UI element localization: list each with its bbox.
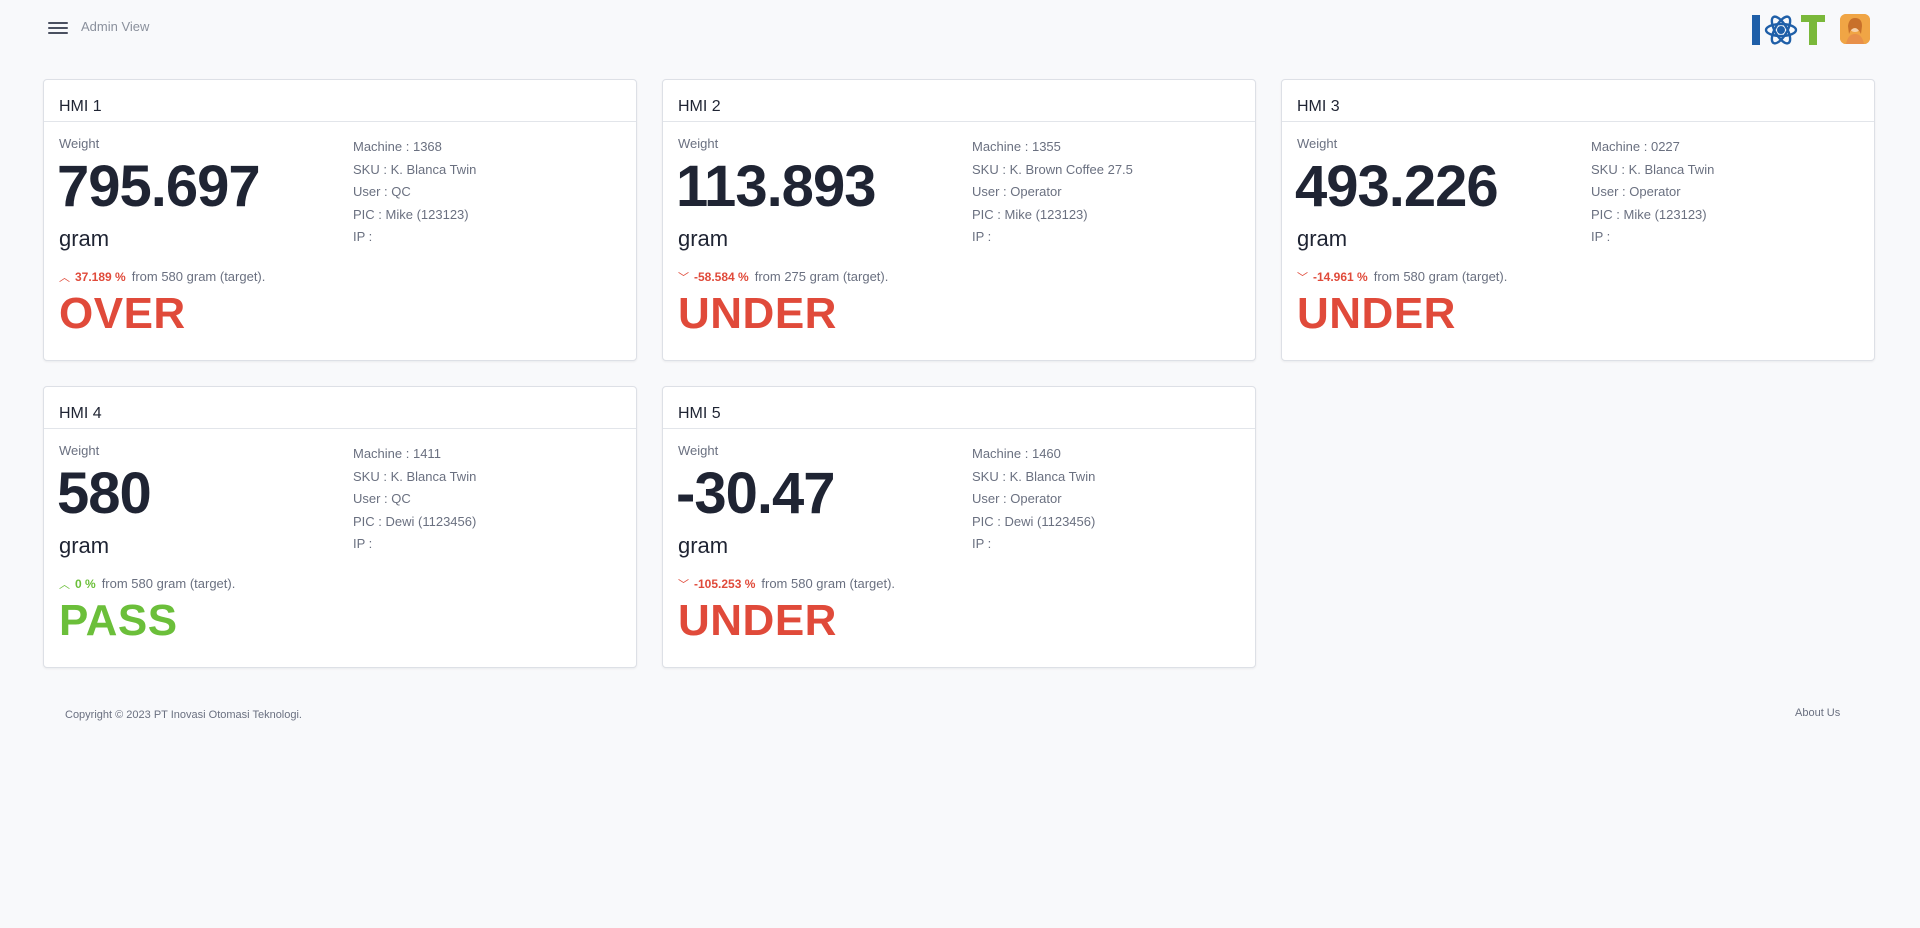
weight-unit: gram xyxy=(59,226,110,251)
view-label: Admin View xyxy=(81,19,150,34)
hmi-card: HMI 2 Weight 113.893 gram ﹀ -58.584 % from… xyxy=(662,79,1256,361)
delta-target-text: from 580 gram (target). xyxy=(1373,269,1508,284)
hmi-card: HMI 3 Weight 493.226 gram ﹀ -14.961 % from… xyxy=(1281,79,1875,361)
weight-label: Weight xyxy=(678,443,719,458)
delta-target-text: from 580 gram (target). xyxy=(101,576,236,591)
delta-percent: 37.189 % xyxy=(75,270,126,284)
user-value: User : Operator xyxy=(1591,184,1681,199)
chevron-up-icon: ︿ xyxy=(59,579,70,591)
delta-target-text: from 580 gram (target). xyxy=(761,576,896,591)
delta-percent: -58.584 % xyxy=(694,270,749,284)
hmi-card: HMI 4 Weight 580 gram ︿ 0 % from 580 gram … xyxy=(43,386,637,668)
delta-row: ︿ 0 % from 580 gram (target). xyxy=(59,576,235,592)
weight-unit: gram xyxy=(1297,226,1348,251)
delta-percent: 0 % xyxy=(75,577,96,591)
delta-row: ﹀ -58.584 % from 275 gram (target). xyxy=(678,269,888,285)
card-header: HMI 4 xyxy=(44,387,636,429)
delta-target-text: from 580 gram (target). xyxy=(131,269,266,284)
pic-value: PIC : Dewi (1123456) xyxy=(353,513,477,529)
weight-label: Weight xyxy=(59,443,100,458)
delta-target-text: from 275 gram (target). xyxy=(754,269,889,284)
status-label: UNDER xyxy=(1297,289,1456,338)
weight-unit: gram xyxy=(678,533,729,558)
card-title: HMI 1 xyxy=(59,98,102,115)
status-label: OVER xyxy=(59,289,186,338)
delta-percent: -105.253 % xyxy=(694,577,756,591)
user-value: User : Operator xyxy=(972,184,1062,199)
weight-unit: gram xyxy=(678,226,729,251)
chevron-up-icon: ︿ xyxy=(59,272,70,284)
delta-row: ﹀ -14.961 % from 580 gram (target). xyxy=(1297,269,1507,285)
machine-info: Machine : 1411 SKU : K. Blanca Twin User… xyxy=(353,443,476,556)
machine-info: Machine : 1355 SKU : K. Brown Coffee 27.… xyxy=(972,136,1133,249)
chevron-down-icon: ﹀ xyxy=(678,272,689,284)
status-label: UNDER xyxy=(678,596,837,645)
weight-value: 493.226 xyxy=(1295,154,1499,219)
weight-value: 795.697 xyxy=(57,154,261,219)
delta-percent: -14.961 % xyxy=(1313,270,1368,284)
hmi-card: HMI 5 Weight -30.47 gram ﹀ -105.253 % from… xyxy=(662,386,1256,668)
weight-label: Weight xyxy=(1297,136,1338,151)
weight-label: Weight xyxy=(678,136,719,151)
delta-row: ︿ 37.189 % from 580 gram (target). xyxy=(59,269,265,285)
status-label: PASS xyxy=(59,596,178,645)
weight-unit: gram xyxy=(59,533,110,558)
machine-info: Machine : 1460 SKU : K. Blanca Twin User… xyxy=(972,443,1095,556)
user-value: User : QC xyxy=(353,491,411,506)
chevron-down-icon: ﹀ xyxy=(1297,272,1308,284)
machine-id: Machine : 1355 xyxy=(972,139,1061,154)
ip-value: IP : xyxy=(353,229,373,244)
machine-id: Machine : 0227 xyxy=(1591,139,1680,154)
user-avatar[interactable] xyxy=(1840,14,1870,44)
machine-id: Machine : 1411 xyxy=(353,446,441,461)
hamburger-menu-icon[interactable] xyxy=(48,19,68,35)
about-us-link[interactable]: About Us xyxy=(1795,707,1840,719)
weight-label: Weight xyxy=(59,136,100,151)
card-title: HMI 3 xyxy=(1297,98,1340,115)
top-bar: Admin View xyxy=(0,0,1920,56)
weight-value: -30.47 xyxy=(676,461,835,526)
sku-value: SKU : K. Blanca Twin xyxy=(353,161,477,177)
card-title: HMI 5 xyxy=(678,405,721,422)
card-title: HMI 4 xyxy=(59,405,102,422)
footer-copyright: Copyright © 2023 PT Inovasi Otomasi Tekn… xyxy=(65,709,302,721)
card-header: HMI 1 xyxy=(44,80,636,122)
sku-value: SKU : K. Brown Coffee 27.5 xyxy=(972,161,1133,177)
card-header: HMI 2 xyxy=(663,80,1255,122)
weight-value: 113.893 xyxy=(676,154,876,219)
ip-value: IP : xyxy=(972,536,992,551)
delta-row: ﹀ -105.253 % from 580 gram (target). xyxy=(678,576,895,592)
card-header: HMI 5 xyxy=(663,387,1255,429)
machine-info: Machine : 0227 SKU : K. Blanca Twin User… xyxy=(1591,136,1714,249)
ip-value: IP : xyxy=(353,536,373,551)
machine-id: Machine : 1368 xyxy=(353,139,442,154)
user-value: User : Operator xyxy=(972,491,1062,506)
machine-id: Machine : 1460 xyxy=(972,446,1061,461)
pic-value: PIC : Dewi (1123456) xyxy=(972,513,1096,529)
card-title: HMI 2 xyxy=(678,98,721,115)
machine-info: Machine : 1368 SKU : K. Blanca Twin User… xyxy=(353,136,476,249)
sku-value: SKU : K. Blanca Twin xyxy=(1591,161,1715,177)
weight-value: 580 xyxy=(57,461,152,526)
sku-value: SKU : K. Blanca Twin xyxy=(972,468,1096,484)
iot-logo xyxy=(1752,15,1825,45)
sku-value: SKU : K. Blanca Twin xyxy=(353,468,477,484)
user-value: User : QC xyxy=(353,184,411,199)
pic-value: PIC : Mike (123123) xyxy=(972,206,1088,222)
pic-value: PIC : Mike (123123) xyxy=(1591,206,1707,222)
pic-value: PIC : Mike (123123) xyxy=(353,206,469,222)
chevron-down-icon: ﹀ xyxy=(678,579,689,591)
ip-value: IP : xyxy=(1591,229,1611,244)
hmi-card: HMI 1 Weight 795.697 gram ︿ 37.189 % from … xyxy=(43,79,637,361)
ip-value: IP : xyxy=(972,229,992,244)
status-label: UNDER xyxy=(678,289,837,338)
card-header: HMI 3 xyxy=(1282,80,1874,122)
